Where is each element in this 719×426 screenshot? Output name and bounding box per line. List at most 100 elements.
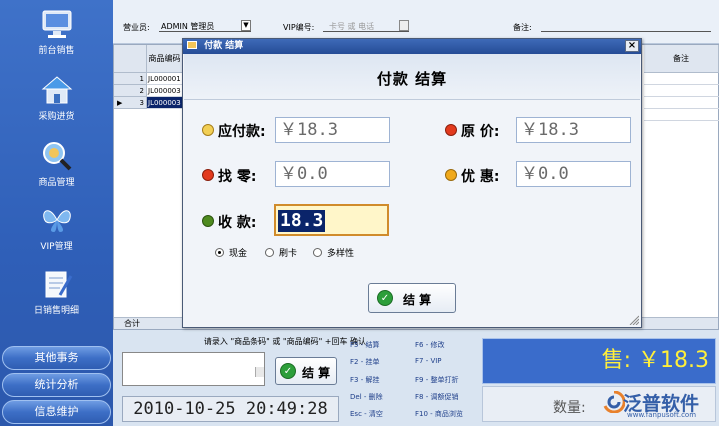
payment-card-label: 刷卡 (279, 249, 298, 259)
orange-icon (445, 169, 457, 181)
magnifier-globe-icon (42, 142, 71, 171)
melon-icon (202, 215, 214, 227)
payment-cash-label: 现金 (229, 249, 248, 259)
shortcut-key: F10 - 商品浏览 (415, 410, 463, 418)
payment-dialog: 付款 结算 × 付款 结算 应付款: ￥18.3 原 价: ￥18.3 找 零:… (182, 38, 642, 328)
shortcut-key: F8 - 调额促销 (415, 393, 459, 401)
apple-icon (202, 169, 214, 181)
strawberry-icon (445, 124, 457, 136)
datetime-display: 2010-10-25 20:49:28 (122, 396, 339, 422)
table-row-selected[interactable]: JL000003 (147, 97, 183, 109)
row-number: 1 (114, 73, 147, 85)
original-price-field: ￥18.3 (516, 117, 631, 143)
received-input[interactable]: 18.3 (274, 204, 389, 236)
salesperson-select[interactable]: ADMIN 管理员 ▼ (159, 18, 251, 32)
dialog-title: 付款 结算 (204, 41, 244, 51)
payment-mixed-label: 多样性 (327, 249, 355, 259)
vip-lookup-icon[interactable] (399, 20, 409, 31)
change-label: 找 零: (218, 169, 257, 185)
remark-column (644, 73, 719, 329)
sidebar-item-label: 日销售明细 (33, 306, 79, 316)
quantity-label: 数量: (553, 400, 586, 416)
sidebar-item-label: VIP管理 (40, 242, 73, 252)
monitor-icon (42, 10, 71, 38)
sidebar-item-vip[interactable]: VIP管理 (0, 198, 113, 260)
payable-label: 应付款: (218, 124, 266, 140)
payment-mixed-radio[interactable]: 多样性 (313, 246, 354, 259)
info-maintenance-button[interactable]: 信息维护 (2, 400, 111, 424)
payable-field: ￥18.3 (275, 117, 390, 143)
bottom-settle-label: 结 算 (302, 366, 331, 380)
row-number: 2 (114, 85, 147, 97)
logo-url: www.fanpusoft.com (627, 411, 697, 419)
sidebar-item-daily-sales[interactable]: 日销售明细 (0, 262, 113, 324)
barcode-dropdown-icon[interactable] (255, 367, 264, 377)
other-tasks-button[interactable]: 其他事务 (2, 346, 111, 370)
remark-label: 备注: (513, 23, 532, 32)
remark-input[interactable] (541, 18, 711, 32)
dialog-titlebar[interactable]: 付款 结算 (183, 39, 641, 54)
settle-button[interactable]: ✓ 结 算 (368, 283, 456, 313)
radio-dot-icon (265, 248, 274, 257)
check-icon: ✓ (280, 363, 296, 379)
statistics-button[interactable]: 统计分析 (2, 373, 111, 397)
settle-label: 结 算 (403, 293, 432, 307)
sale-total-display: 售: ￥18.3 (482, 338, 716, 384)
notepad-pen-icon (45, 271, 72, 298)
change-field: ￥0.0 (275, 161, 390, 187)
salesperson-label: 营业员: (123, 23, 150, 32)
row-number-text: 3 (139, 99, 144, 107)
shortcut-key: Esc - 清空 (350, 410, 383, 418)
original-price-label: 原 价: (461, 124, 500, 140)
discount-label: 优 惠: (461, 169, 500, 185)
logo-mark-icon (603, 391, 625, 413)
table-row[interactable]: JL000001 (147, 73, 183, 85)
sidebar-item-products[interactable]: 商品管理 (0, 134, 113, 196)
sidebar-item-front-sales[interactable]: 前台销售 (0, 2, 113, 64)
current-row-indicator-icon: ▶ (117, 99, 123, 107)
bottom-settle-button[interactable]: ✓ 结 算 (275, 357, 337, 385)
radio-dot-icon (215, 248, 224, 257)
radio-dot-icon (313, 248, 322, 257)
received-value: 18.3 (278, 210, 326, 232)
shortcut-key: F2 - 挂单 (350, 358, 380, 366)
vip-placeholder: 卡号 或 电话 (329, 22, 375, 31)
quantity-display: 数量: 泛普软件 www.fanpusoft.com (482, 386, 716, 422)
shortcut-key: F9 - 整单打折 (415, 376, 459, 384)
shortcut-key: F7 - VIP (415, 357, 442, 365)
shortcut-key: Del - 删除 (350, 393, 383, 401)
sidebar-item-label: 商品管理 (38, 178, 75, 188)
total-label: 合计 (124, 319, 140, 328)
input-hint: 请录入 "商品条码" 或 "商品编码" +回车 确认 (203, 337, 367, 346)
payment-card-radio[interactable]: 刷卡 (265, 246, 297, 259)
table-row[interactable]: JL000003 (147, 85, 183, 97)
row-number: ▶ 3 (114, 97, 147, 109)
barcode-input[interactable] (122, 352, 265, 386)
dialog-header: 付款 结算 (184, 54, 640, 100)
smiley-icon (202, 124, 214, 136)
house-icon (41, 76, 72, 104)
vip-input[interactable]: 卡号 或 电话 (323, 18, 409, 32)
chevron-down-icon[interactable]: ▼ (241, 20, 251, 31)
shortcut-key: F3 - 解挂 (350, 376, 380, 384)
column-header-code[interactable]: 商品编码 (147, 45, 183, 73)
wallet-icon (187, 41, 197, 49)
resize-grip-icon[interactable] (629, 315, 639, 325)
sidebar-item-label: 采购进货 (38, 112, 75, 122)
sidebar-item-purchase[interactable]: 采购进货 (0, 68, 113, 130)
discount-field[interactable]: ￥0.0 (516, 161, 631, 187)
vip-label: VIP编号: (283, 23, 315, 32)
dialog-heading: 付款 结算 (376, 70, 448, 88)
column-header-remark[interactable]: 备注 (644, 45, 719, 73)
received-label: 收 款: (218, 215, 257, 231)
shortcut-key: F5 - 结算 (350, 341, 380, 349)
sidebar: 前台销售 采购进货 商品管理 VIP管理 日销售明细 其他事务 统计分析 信息维… (0, 0, 113, 426)
butterfly-icon (42, 210, 71, 232)
check-icon: ✓ (377, 290, 393, 306)
close-button[interactable]: × (625, 40, 639, 52)
payment-cash-radio[interactable]: 现金 (215, 246, 247, 259)
grid-corner (114, 45, 147, 73)
bottom-panel: 请录入 "商品条码" 或 "商品编码" +回车 确认 ✓ 结 算 2010-10… (113, 330, 719, 426)
vendor-logo: 泛普软件 www.fanpusoft.com (603, 389, 715, 421)
sidebar-item-label: 前台销售 (38, 46, 75, 56)
